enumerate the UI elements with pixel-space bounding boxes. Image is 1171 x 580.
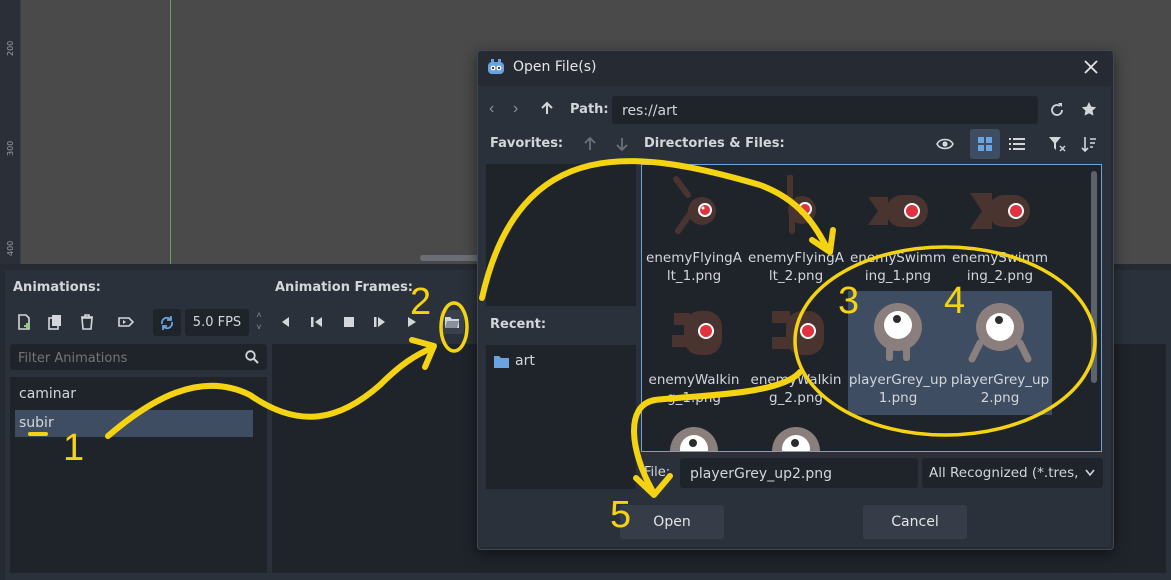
arrow-2-to-3: [479, 158, 831, 301]
annotation-step-1: 1: [63, 427, 85, 469]
highlight-circle-folder-button: [439, 301, 469, 353]
arrow-1-to-2: [105, 345, 435, 439]
annotation-step-4: 4: [944, 280, 966, 322]
arrow-4-to-5: [631, 369, 803, 493]
annotation-step-5: 5: [610, 494, 632, 536]
annotation-step-3: 3: [838, 280, 860, 322]
highlight-circle-selected-files: [793, 245, 1097, 437]
arrowhead-5: [633, 473, 673, 498]
annotation-overlay: [28, 158, 1097, 498]
annotation-step-2: 2: [410, 281, 432, 323]
